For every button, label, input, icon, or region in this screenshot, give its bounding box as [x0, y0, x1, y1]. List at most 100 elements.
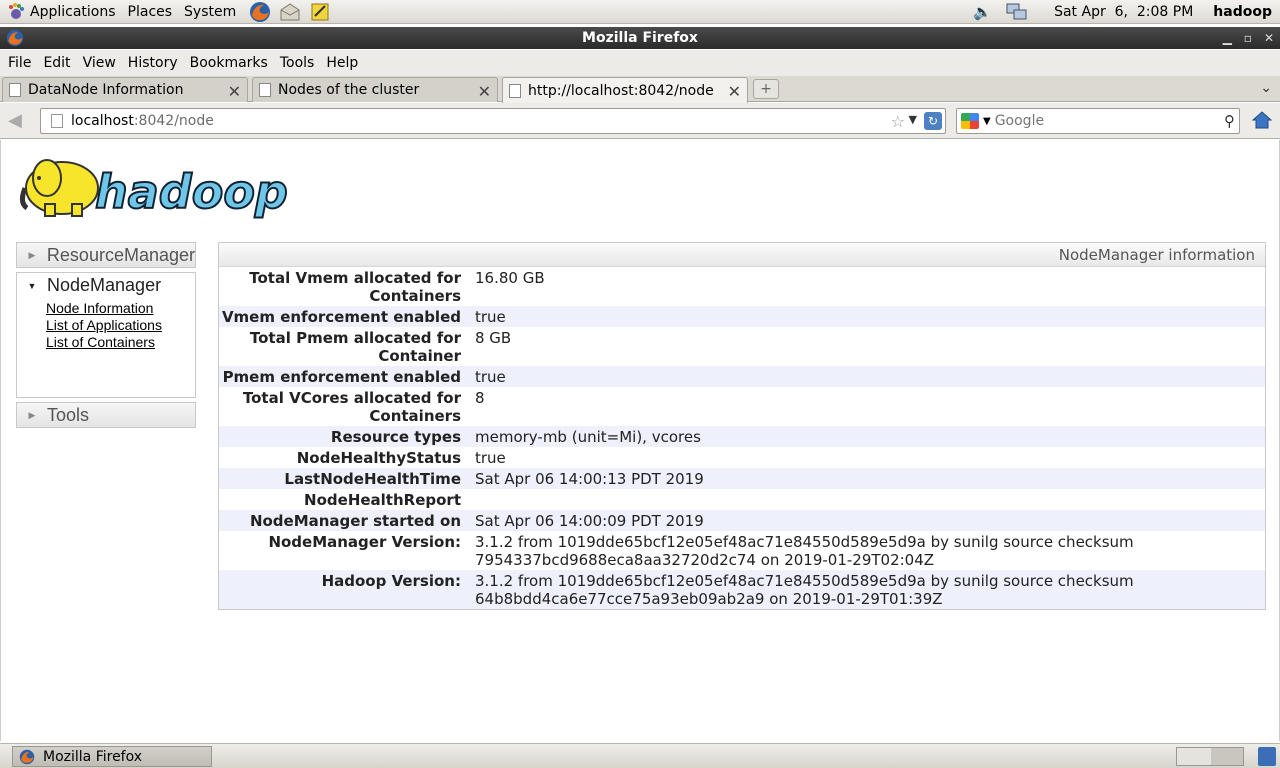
info-key: NodeHealthReport: [304, 491, 461, 509]
back-arrow-icon[interactable]: ◀: [8, 110, 22, 131]
search-input[interactable]: [994, 113, 1215, 129]
close-window-icon[interactable]: ✕: [1264, 31, 1274, 45]
close-tab-icon[interactable]: ✕: [478, 82, 491, 101]
info-row: Total Pmem allocated for Container 8 GB: [219, 327, 1265, 366]
system-menu[interactable]: System: [178, 0, 242, 24]
node-information-link[interactable]: Node Information: [46, 300, 195, 317]
info-value: Sat Apr 06 14:00:13 PDT 2019: [475, 470, 704, 488]
navigation-bar: ◀ localhost:8042/node ☆ ▼ ↻ ▼ ⚲: [0, 103, 1280, 139]
info-row: Vmem enforcement enabled true: [219, 306, 1265, 327]
google-engine-icon[interactable]: [961, 113, 979, 129]
info-value: memory-mb (unit=Mi), vcores: [475, 428, 701, 446]
workspace-switcher[interactable]: [1176, 747, 1244, 766]
list-of-containers-link[interactable]: List of Containers: [46, 334, 195, 351]
applications-menu[interactable]: Applications: [0, 0, 122, 24]
info-key: Total Vmem allocated for Containers: [249, 269, 461, 305]
collapsed-arrow-icon: ▶: [28, 409, 36, 420]
tools-section-header[interactable]: ▶ Tools: [16, 402, 196, 428]
info-key: NodeManager started on: [249, 512, 461, 530]
trash-icon[interactable]: [1258, 747, 1276, 766]
menu-bookmarks[interactable]: Bookmarks: [184, 55, 274, 71]
info-key: Pmem enforcement enabled: [222, 368, 461, 386]
search-binoculars-icon[interactable]: ⚲: [1224, 112, 1235, 130]
info-value: true: [475, 368, 506, 386]
window-titlebar[interactable]: Mozilla Firefox ▁ ▫ ✕: [0, 27, 1280, 49]
tab-label: DataNode Information: [28, 82, 184, 98]
search-bar[interactable]: ▼ ⚲: [956, 108, 1240, 134]
info-value: true: [475, 449, 506, 467]
info-row: Hadoop Version: 3.1.2 from 1019dde65bcf1…: [219, 570, 1265, 609]
info-value: true: [475, 308, 506, 326]
engine-dropdown-icon[interactable]: ▼: [983, 116, 991, 127]
sidebar: ▶ ResourceManager ▼ NodeManager Node Inf…: [16, 242, 196, 428]
menu-view[interactable]: View: [77, 55, 122, 71]
window-title: Mozilla Firefox: [582, 30, 698, 46]
info-row: Resource types memory-mb (unit=Mi), vcor…: [219, 426, 1265, 447]
info-value: 3.1.2 from 1019dde65bcf12e05ef48ac71e845…: [475, 533, 1134, 569]
collapsed-arrow-icon: ▶: [28, 249, 36, 260]
network-icon[interactable]: [1006, 2, 1028, 22]
menu-file[interactable]: File: [2, 55, 37, 71]
minimize-icon[interactable]: ▁: [1223, 31, 1232, 45]
bookmark-star-icon[interactable]: ☆: [891, 112, 905, 131]
close-tab-icon[interactable]: ✕: [228, 82, 241, 101]
menu-help[interactable]: Help: [320, 55, 364, 71]
mail-launcher-icon[interactable]: [278, 1, 302, 23]
info-row: NodeManager started on Sat Apr 06 14:00:…: [219, 510, 1265, 531]
firefox-task-button[interactable]: Mozilla Firefox: [12, 746, 212, 767]
home-icon[interactable]: [1252, 111, 1272, 129]
svg-text:hadoop: hadoop: [95, 165, 288, 219]
firefox-icon: [19, 749, 35, 764]
info-value: 8 GB: [475, 329, 512, 347]
url-history-dropdown-icon[interactable]: ▼: [909, 113, 917, 126]
tab-localhost-node[interactable]: http://localhost:8042/node ✕: [502, 77, 748, 103]
bottom-panel: Mozilla Firefox: [0, 743, 1280, 768]
hadoop-logo[interactable]: hadoop: [17, 148, 317, 220]
info-key: Total Pmem allocated for Container: [249, 329, 461, 365]
resourcemanager-section-header[interactable]: ▶ ResourceManager: [16, 242, 196, 268]
tab-list-chevron-icon[interactable]: ⌄: [1260, 80, 1272, 96]
tools-label: Tools: [47, 404, 90, 425]
info-row: Total VCores allocated for Containers 8: [219, 387, 1265, 426]
nodemanager-info-panel: NodeManager information Total Vmem alloc…: [218, 242, 1266, 610]
tab-datanode-information[interactable]: DataNode Information ✕: [2, 77, 248, 102]
reload-icon[interactable]: ↻: [924, 112, 942, 130]
info-value: 3.1.2 from 1019dde65bcf12e05ef48ac71e845…: [475, 572, 1134, 608]
notes-launcher-icon[interactable]: [308, 1, 332, 23]
places-menu[interactable]: Places: [122, 0, 179, 24]
plus-icon: +: [760, 81, 772, 97]
info-row: NodeHealthyStatus true: [219, 447, 1265, 468]
info-value: 16.80 GB: [475, 269, 545, 287]
menu-history[interactable]: History: [122, 55, 184, 71]
volume-icon[interactable]: 🔈: [973, 3, 992, 21]
current-workspace[interactable]: [1177, 748, 1211, 765]
tab-label: Nodes of the cluster: [278, 82, 420, 98]
panel-user[interactable]: hadoop: [1213, 4, 1272, 20]
info-key: Resource types: [330, 428, 461, 446]
places-menu-label: Places: [127, 3, 173, 20]
nodemanager-section-header[interactable]: ▼ NodeManager: [16, 272, 196, 298]
tab-nodes-of-the-cluster[interactable]: Nodes of the cluster ✕: [252, 77, 498, 102]
info-row: Pmem enforcement enabled true: [219, 366, 1265, 387]
close-tab-icon[interactable]: ✕: [728, 82, 741, 101]
info-panel-title: NodeManager information: [219, 243, 1265, 267]
panel-clock[interactable]: Sat Apr 6, 2:08 PM: [1054, 4, 1193, 20]
nodemanager-section-body: Node Information List of Applications Li…: [16, 298, 196, 398]
new-tab-button[interactable]: +: [753, 79, 779, 99]
page-content: hadoop ▶ ResourceManager ▼ NodeManager N…: [0, 140, 1280, 741]
menu-edit[interactable]: Edit: [37, 55, 76, 71]
url-bar[interactable]: localhost:8042/node ☆ ▼ ↻: [40, 108, 946, 134]
info-key: NodeManager Version:: [268, 533, 461, 551]
info-key: Vmem enforcement enabled: [221, 308, 461, 326]
maximize-icon[interactable]: ▫: [1244, 31, 1252, 45]
list-of-applications-link[interactable]: List of Applications: [46, 317, 195, 334]
menu-bar: File Edit View History Bookmarks Tools H…: [0, 50, 1280, 76]
info-key: Total VCores allocated for Containers: [242, 389, 461, 425]
tab-label: http://localhost:8042/node: [528, 82, 714, 99]
firefox-launcher-icon[interactable]: [248, 1, 272, 23]
menu-tools[interactable]: Tools: [274, 55, 321, 71]
info-key: LastNodeHealthTime: [284, 470, 461, 488]
applications-menu-label: Applications: [30, 3, 116, 20]
page-icon: [509, 83, 521, 98]
top-panel: Applications Places System 🔈 Sat Apr 6, …: [0, 0, 1280, 24]
